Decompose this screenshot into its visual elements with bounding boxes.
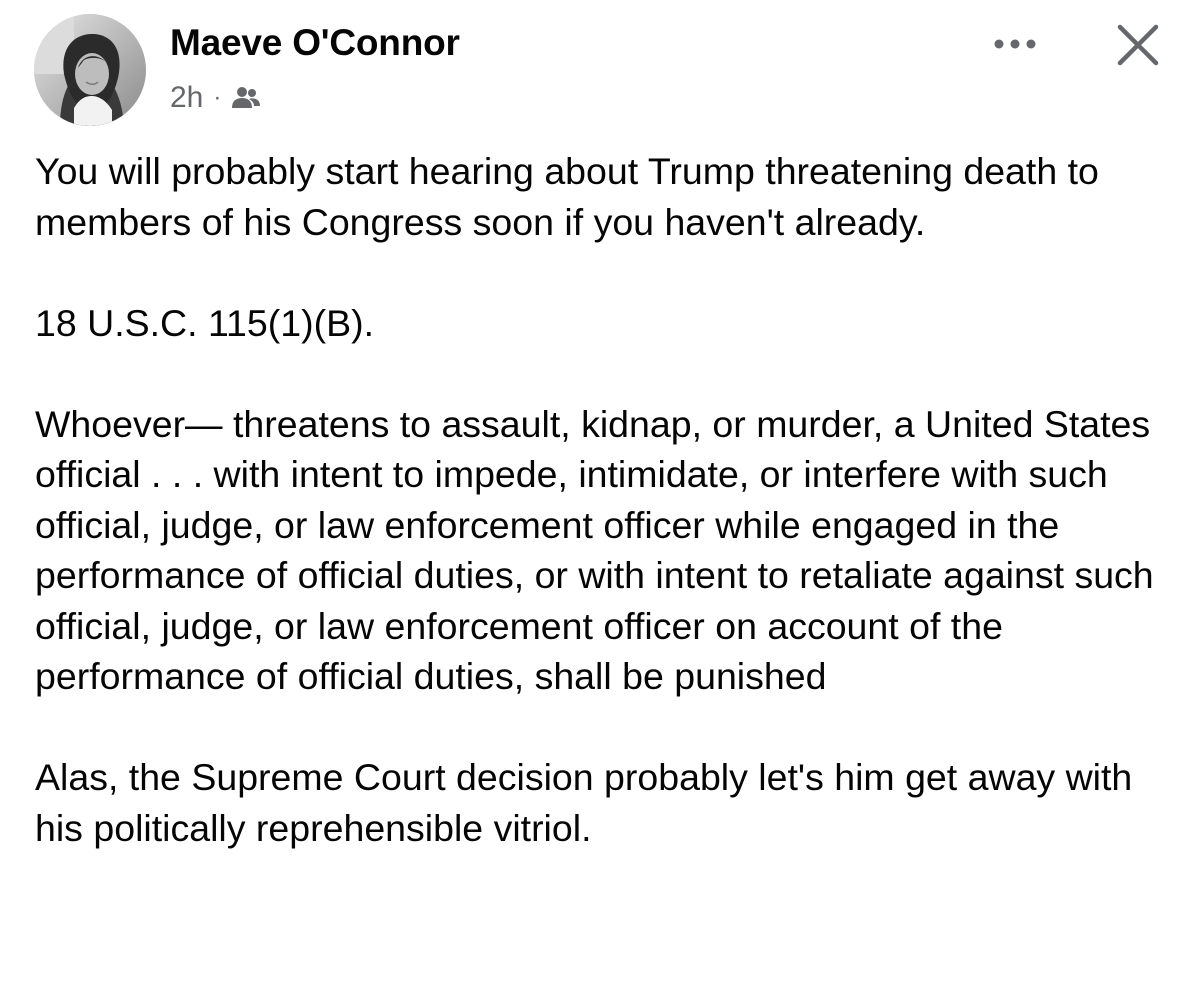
meta-separator: · [213,84,222,111]
close-button[interactable] [1108,18,1168,72]
author-name[interactable]: Maeve O'Connor [170,22,460,64]
post-meta: 2h · [170,80,261,116]
close-icon [1117,24,1159,66]
post-paragraph: 18 U.S.C. 115(1)(B). [35,301,375,344]
post-timestamp[interactable]: 2h [170,81,203,115]
facebook-post: Maeve O'Connor 2h · You will probably st… [0,0,1200,981]
more-options-button[interactable] [985,24,1045,64]
post-paragraph: You will probably start hearing about Tr… [35,150,1099,243]
post-paragraph: Whoever— threatens to assault, kidnap, o… [35,402,1154,698]
friends-icon[interactable] [231,85,261,111]
avatar[interactable] [34,14,146,126]
post-paragraph: Alas, the Supreme Court decision probabl… [35,756,1133,849]
post-header: Maeve O'Connor 2h · [0,0,1200,140]
more-horizontal-icon [994,39,1036,49]
post-body: You will probably start hearing about Tr… [35,146,1185,853]
profile-photo-icon [34,14,146,126]
